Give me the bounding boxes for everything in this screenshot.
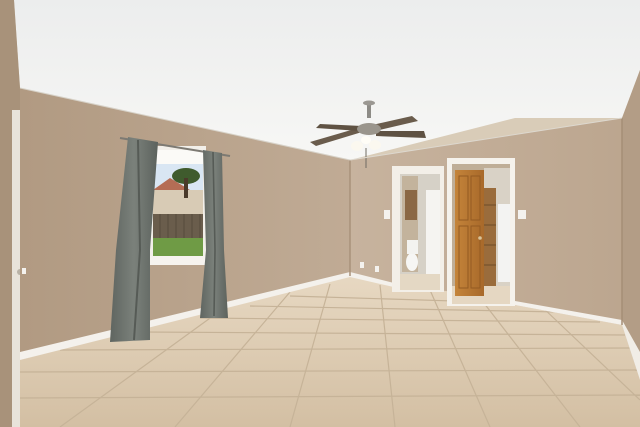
shelving: [484, 188, 496, 288]
light-switch: [384, 210, 390, 219]
window-sill: [148, 256, 208, 265]
neighbor-house: [153, 190, 203, 214]
fan-light: [369, 140, 381, 150]
window-blind-top: [153, 150, 203, 164]
fan-light: [361, 136, 371, 144]
window: [148, 146, 208, 265]
room-scene: [0, 0, 640, 427]
fan-light: [351, 141, 363, 151]
bathroom-floor: [400, 274, 440, 290]
outlet-3: [22, 268, 26, 274]
light-switch-2: [518, 210, 526, 219]
outlet: [360, 262, 364, 268]
room-photo: [0, 0, 640, 427]
bathroom-doorway: [392, 166, 444, 292]
bathroom-mirror: [405, 190, 417, 220]
water-heater: [498, 204, 510, 282]
toilet: [406, 253, 418, 271]
bathroom-inner-door: [426, 190, 440, 274]
closet-doorway: [447, 158, 515, 306]
door-handle: [478, 236, 482, 240]
left-door-frame: [12, 110, 21, 427]
grass: [153, 238, 203, 256]
outlet-2: [375, 266, 379, 272]
